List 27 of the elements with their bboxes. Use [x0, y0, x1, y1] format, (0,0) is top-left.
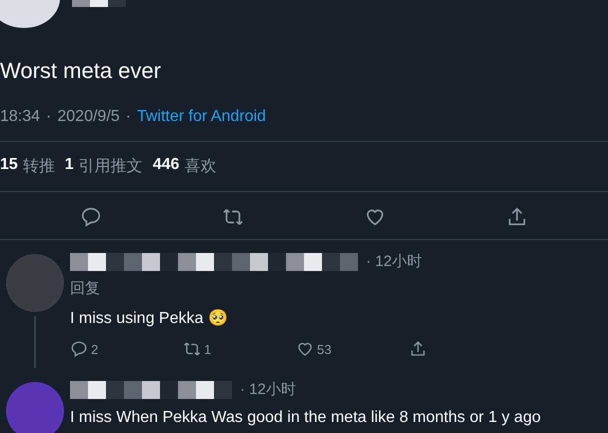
comment-icon[interactable] [70, 340, 88, 358]
stat-label[interactable]: 喜欢 [184, 156, 216, 177]
action-count: 2 [91, 342, 98, 356]
tweet-date: 2020/9/5 [57, 108, 120, 126]
comment-icon[interactable] [80, 206, 102, 228]
tweet-time: 18:34 [0, 108, 40, 126]
separator-dot: · [126, 108, 131, 126]
reply-text: I miss When Pekka Was good in the meta like 8 months or 1 y ago [70, 409, 542, 427]
share-icon[interactable] [409, 340, 427, 358]
replying-to-label: 回复 [70, 279, 101, 298]
stat-label[interactable]: 引用推文 [78, 156, 143, 177]
stat-label[interactable]: 转推 [22, 156, 55, 177]
source-link[interactable]: Twitter for Android [136, 108, 266, 126]
retweet-icon[interactable] [183, 340, 201, 358]
reply-time: · 12小时 [366, 252, 422, 271]
action-count: 1 [204, 342, 212, 356]
tweet-text: Worst meta ever [0, 58, 162, 84]
heart-icon[interactable] [296, 340, 314, 358]
reply-time: · 12小时 [240, 380, 296, 399]
reply-text: I miss using Pekka 🥺 [70, 308, 229, 328]
stat-count: 1 [64, 156, 74, 175]
share-icon[interactable] [506, 206, 528, 228]
stat-count: 446 [152, 156, 180, 175]
separator-dot: · [46, 108, 52, 126]
stat-count: 15 [0, 156, 18, 175]
action-count: 53 [317, 342, 332, 356]
retweet-icon[interactable] [222, 206, 244, 228]
